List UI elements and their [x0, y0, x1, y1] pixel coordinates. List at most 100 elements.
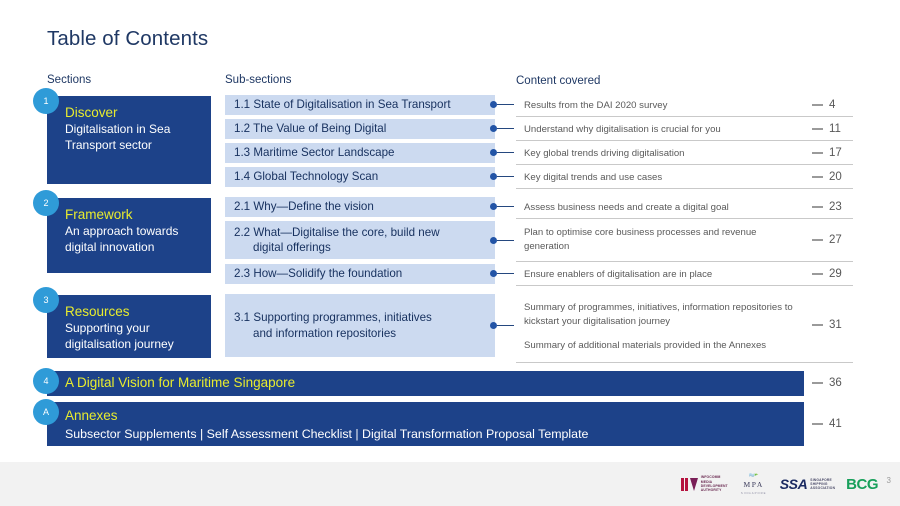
section-subtitle-resources: Supporting your digitalisation journey [65, 321, 174, 351]
column-header-subsections: Sub-sections [225, 74, 292, 86]
bcg-logo: BCG [846, 473, 878, 495]
section-badge-annexes: A [33, 399, 59, 425]
page-number-value: 4 [829, 99, 836, 111]
content-text: Understand why digitalisation is crucial… [524, 123, 721, 135]
connector-line [497, 103, 514, 106]
wide-bar-subtitle-annexes: Subsector Supplements | Self Assessment … [65, 426, 589, 441]
subsection-label-3-1: 3.1 Supporting programmes, initiatives an… [234, 311, 432, 340]
subsection-label-2-3: 2.3 How—Solidify the foundation [234, 267, 403, 281]
row-divider [516, 116, 853, 117]
footer-logos: INFOCOMM MEDIA DEVELOPMENT AUTHORITY MPA SI… [680, 462, 878, 506]
column-header-sections: Sections [47, 74, 92, 86]
page-number-1-1[interactable]: 4 [812, 98, 872, 112]
page-dash-icon [812, 273, 823, 275]
connector-line [497, 175, 514, 178]
footer-bar: INFOCOMM MEDIA DEVELOPMENT AUTHORITY MPA SI… [0, 462, 900, 506]
page-number-2-2[interactable]: 27 [812, 233, 872, 247]
wide-bar-digital-vision[interactable]: A Digital Vision for Maritime Singapore [47, 371, 804, 396]
page-dash-icon [812, 104, 823, 106]
page-dash-icon [812, 382, 823, 384]
section-badge-3: 3 [33, 287, 59, 313]
section-title-resources: Resources [65, 304, 130, 319]
connector-line [497, 127, 514, 130]
subsection-box-2-2[interactable]: 2.2 What—Digitalise the core, build new d… [225, 221, 495, 259]
content-cell-1-1: Results from the DAI 2020 survey [524, 99, 794, 112]
content-cell-1-4: Key digital trends and use cases [524, 171, 794, 184]
page-dash-icon [812, 206, 823, 208]
page-number-annexes[interactable]: 41 [812, 417, 872, 431]
content-cell-3-1: Summary of programmes, initiatives, info… [524, 297, 794, 354]
slide-canvas: Table of Contents Sections Sub-sections … [0, 0, 900, 506]
content-cell-2-2: Plan to optimise core business processes… [524, 224, 794, 256]
subsection-box-2-1[interactable]: 2.1 Why—Define the vision [225, 197, 495, 217]
page-number-3-1[interactable]: 31 [812, 318, 872, 332]
page-dash-icon [812, 324, 823, 326]
page-number-1-4[interactable]: 20 [812, 170, 872, 184]
mpa-logo: MPA SINGAPORE [739, 473, 769, 495]
page-number-value: 31 [829, 319, 842, 331]
subsection-box-1-2[interactable]: 1.2 The Value of Being Digital [225, 119, 495, 139]
subsection-box-1-3[interactable]: 1.3 Maritime Sector Landscape [225, 143, 495, 163]
row-divider [516, 362, 853, 363]
bcg-logo-text: BCG [846, 475, 878, 493]
section-subtitle-framework: An approach towards digital innovation [65, 224, 179, 254]
section-title-framework: Framework [65, 207, 133, 222]
page-dash-icon [812, 128, 823, 130]
row-divider [516, 188, 853, 189]
content-text: Ensure enablers of digitalisation are in… [524, 268, 713, 280]
content-text: Key global trends driving digitalisation [524, 147, 685, 159]
mpa-wave-icon [748, 473, 759, 477]
row-divider [516, 285, 853, 286]
section-badge-1: 1 [33, 88, 59, 114]
mpa-logo-text: MPA [743, 479, 764, 489]
wide-bar-title-digital-vision: A Digital Vision for Maritime Singapore [65, 375, 296, 390]
content-cell-2-1: Assess business needs and create a digit… [524, 201, 794, 214]
row-divider [516, 164, 853, 165]
page-dash-icon [812, 239, 823, 241]
content-cell-2-3: Ensure enablers of digitalisation are in… [524, 268, 794, 281]
page-number-value: 27 [829, 234, 842, 246]
connector-line [497, 151, 514, 154]
ssa-logo-text: SSA [779, 476, 808, 492]
content-cell-1-2: Understand why digitalisation is crucial… [524, 123, 794, 136]
page-number-1-2[interactable]: 11 [812, 122, 872, 136]
section-badge-4: 4 [33, 368, 59, 394]
imda-mark-icon [680, 477, 698, 491]
subsection-label-1-4: 1.4 Global Technology Scan [234, 170, 379, 184]
wide-bar-annexes[interactable]: Annexes Subsector Supplements | Self Ass… [47, 402, 804, 446]
subsection-box-1-4[interactable]: 1.4 Global Technology Scan [225, 167, 495, 187]
page-dash-icon [812, 423, 823, 425]
row-divider [516, 218, 853, 219]
content-text: Summary of programmes, initiatives, info… [524, 302, 793, 327]
content-text: Results from the DAI 2020 survey [524, 99, 668, 111]
subsection-label-1-3: 1.3 Maritime Sector Landscape [234, 146, 395, 160]
column-header-content: Content covered [516, 75, 601, 87]
content-text: Summary of additional materials provided… [524, 340, 767, 352]
row-divider [516, 140, 853, 141]
imda-logo: INFOCOMM MEDIA DEVELOPMENT AUTHORITY [680, 473, 728, 495]
subsection-label-2-1: 2.1 Why—Define the vision [234, 200, 374, 214]
slide-number: 3 [886, 476, 891, 485]
section-subtitle-discover: Digitalisation in Sea Transport sector [65, 122, 171, 152]
subsection-label-1-1: 1.1 State of Digitalisation in Sea Trans… [234, 98, 451, 112]
section-card-discover[interactable]: Discover Digitalisation in Sea Transport… [47, 96, 211, 184]
page-number-value: 41 [829, 418, 842, 430]
connector-line [497, 272, 514, 275]
ssa-logo: SSA SINGAPORE SHIPPING ASSOCIATION [780, 473, 835, 495]
subsection-box-2-3[interactable]: 2.3 How—Solidify the foundation [225, 264, 495, 284]
subsection-box-1-1[interactable]: 1.1 State of Digitalisation in Sea Trans… [225, 95, 495, 115]
page-number-2-3[interactable]: 29 [812, 267, 872, 281]
page-number-value: 17 [829, 147, 842, 159]
ssa-logo-subtext: SINGAPORE SHIPPING ASSOCIATION [810, 477, 836, 491]
section-card-resources[interactable]: Resources Supporting your digitalisation… [47, 295, 211, 358]
page-number-2-1[interactable]: 23 [812, 200, 872, 214]
subsection-label-2-2: 2.2 What—Digitalise the core, build new d… [234, 225, 440, 254]
section-card-framework[interactable]: Framework An approach towards digital in… [47, 198, 211, 273]
subsection-box-3-1[interactable]: 3.1 Supporting programmes, initiatives an… [225, 294, 495, 357]
page-number-value: 29 [829, 268, 842, 280]
section-title-discover: Discover [65, 105, 118, 120]
page-number-1-3[interactable]: 17 [812, 146, 872, 160]
content-text: Assess business needs and create a digit… [524, 201, 729, 213]
subsection-label-1-2: 1.2 The Value of Being Digital [234, 122, 387, 136]
page-number-4[interactable]: 36 [812, 376, 872, 390]
